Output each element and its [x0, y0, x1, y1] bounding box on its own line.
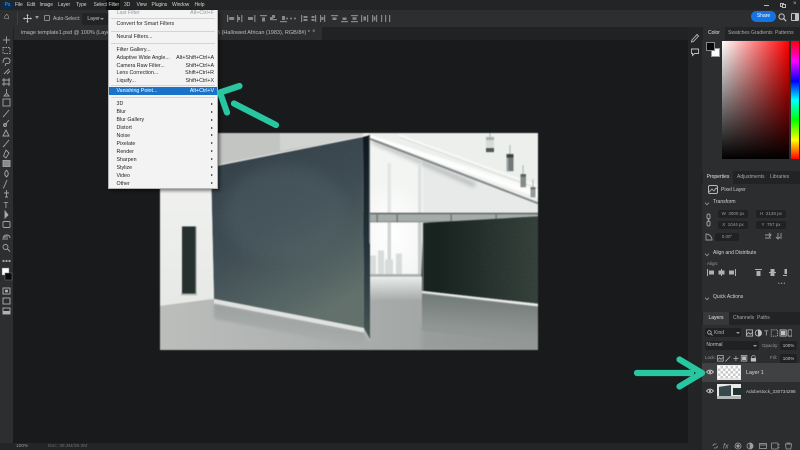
svg-text:fx: fx: [723, 444, 729, 450]
svg-text:T: T: [4, 201, 9, 210]
svg-text:T: T: [764, 331, 769, 337]
